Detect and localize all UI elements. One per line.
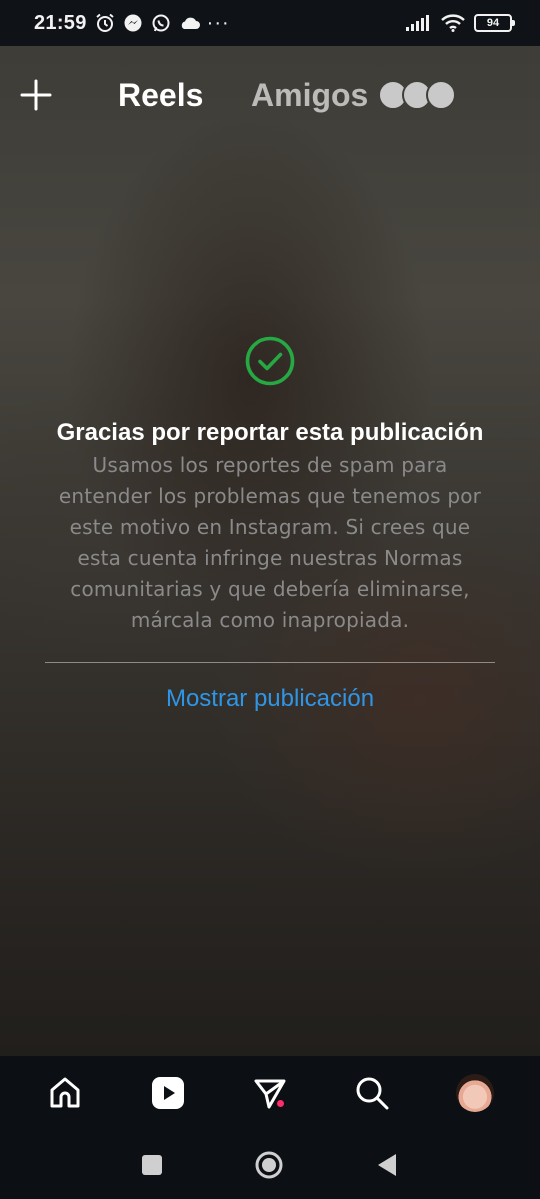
reels-icon [151,1077,184,1109]
home-icon [50,1077,80,1108]
divider [45,662,495,663]
messenger-icon [124,14,142,32]
check-circle-icon [245,336,295,386]
report-confirmation: Gracias por reportar esta publicación Us… [45,330,495,713]
status-time: 21:59 [34,11,87,34]
reels-header: Reels Amigos [0,60,540,130]
instagram-reels-screen: 21:59 ··· 94 Reels Amigos Gracias por re… [0,0,540,1199]
home-button[interactable] [254,1150,284,1180]
show-post-link[interactable]: Mostrar publicación [166,685,374,713]
back-button[interactable] [376,1152,398,1178]
friend-avatar [426,80,456,110]
status-bar: 21:59 ··· 94 [0,0,540,46]
report-title: Gracias por reportar esta publicación [56,419,484,446]
plus-icon[interactable] [18,77,54,113]
system-navigation [0,1130,540,1199]
recents-button[interactable] [142,1154,162,1175]
nav-home[interactable] [40,1068,90,1118]
wifi-icon [441,14,465,32]
status-system-icons: 94 [406,14,515,32]
status-notification-icons [95,13,201,33]
friend-avatars[interactable] [378,80,460,110]
nav-search[interactable] [347,1068,397,1118]
nav-direct-messages[interactable] [245,1068,295,1118]
cloud-icon [181,17,200,29]
notification-dot [274,1098,286,1109]
alarm-icon [96,13,114,32]
battery-level: 94 [486,16,500,29]
tab-amigos[interactable]: Amigos [251,77,368,114]
bottom-navigation [0,1056,540,1130]
signal-icon [406,15,429,31]
battery-icon: 94 [474,14,515,32]
search-icon [356,1077,389,1110]
tab-reels[interactable]: Reels [118,77,203,114]
more-notifications-icon: ··· [206,11,230,34]
report-description: Usamos los reportes de spam para entende… [58,453,482,632]
nav-reels[interactable] [143,1068,193,1118]
whatsapp-icon [152,14,170,32]
profile-avatar [455,1074,494,1112]
nav-profile[interactable] [450,1068,500,1118]
